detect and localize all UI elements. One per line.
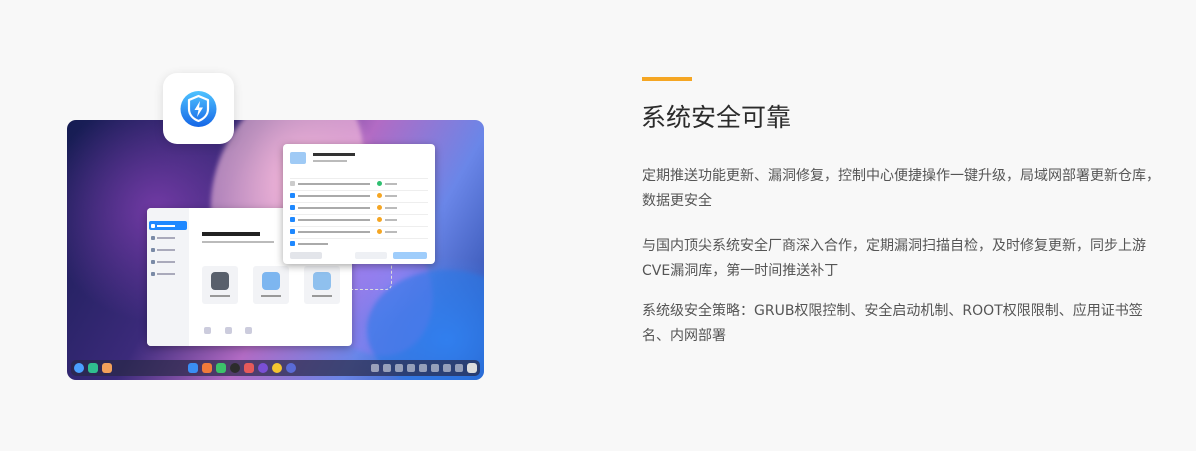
desktop-screenshot — [67, 120, 484, 380]
tool-icon — [245, 327, 252, 334]
connector-line — [352, 265, 392, 290]
browser-icon — [271, 363, 282, 373]
app-icon — [243, 363, 254, 373]
tray-icon — [419, 364, 427, 372]
trash-icon — [467, 363, 477, 373]
tray-icon — [407, 364, 415, 372]
scan-row — [290, 190, 428, 200]
tray-icon — [383, 364, 391, 372]
sidebar-item — [149, 233, 187, 242]
tray-icon — [395, 364, 403, 372]
sidebar-item — [149, 257, 187, 266]
app-icon — [229, 363, 240, 373]
scan-illustration-icon — [290, 152, 306, 164]
sidebar-item — [149, 269, 187, 278]
scan-row — [290, 202, 428, 212]
feature-tile — [202, 266, 238, 304]
scan-primary-button — [393, 252, 427, 259]
app-icon — [285, 363, 296, 373]
app-icon — [88, 363, 98, 373]
app-icon — [257, 363, 268, 373]
feature-paragraph: 系统级安全策略：GRUB权限控制、安全启动机制、ROOT权限限制、应用证书签名、… — [642, 303, 1143, 344]
feature-tile — [253, 266, 289, 304]
control-center-sidebar — [147, 208, 189, 346]
taskbar — [71, 360, 480, 376]
scan-subtitle-placeholder — [313, 160, 347, 162]
shield-lightning-icon — [180, 91, 217, 127]
window-subtitle-placeholder — [202, 241, 274, 243]
scan-secondary-button — [355, 252, 387, 259]
security-center-app-icon — [163, 73, 234, 144]
app-icon — [102, 363, 112, 373]
tray-icon — [431, 364, 439, 372]
app-icon — [201, 363, 212, 373]
app-icon — [215, 363, 226, 373]
feature-tile — [304, 266, 340, 304]
rocket-icon — [262, 272, 280, 290]
sidebar-item — [149, 221, 187, 230]
tray-icon — [443, 364, 451, 372]
feature-title: 系统安全可靠 — [641, 103, 792, 132]
sidebar-item — [149, 245, 187, 254]
scan-title-placeholder — [313, 153, 355, 156]
tool-icon — [204, 327, 211, 334]
app-icon — [187, 363, 198, 373]
vulnerability-scan-window — [283, 144, 435, 264]
feature-paragraph: 定期推送功能更新、漏洞修复，控制中心便捷操作一键升级，局域网部署更新仓库，数据更… — [642, 168, 1160, 209]
scan-row — [290, 238, 428, 248]
window-title-placeholder — [202, 232, 260, 236]
scan-secondary-button — [290, 252, 322, 259]
scan-row — [290, 214, 428, 224]
accent-bar — [642, 77, 692, 81]
tray-icon — [455, 364, 463, 372]
virus-scan-icon — [211, 272, 229, 290]
launcher-icon — [74, 363, 84, 373]
protection-icon — [313, 272, 331, 290]
scan-row — [290, 226, 428, 236]
scan-row — [290, 178, 428, 188]
tool-icon — [225, 327, 232, 334]
feature-paragraph: 与国内顶尖系统安全厂商深入合作，定期漏洞扫描自检，及时修复更新，同步上游CVE漏… — [642, 238, 1146, 279]
tray-icon — [371, 364, 379, 372]
